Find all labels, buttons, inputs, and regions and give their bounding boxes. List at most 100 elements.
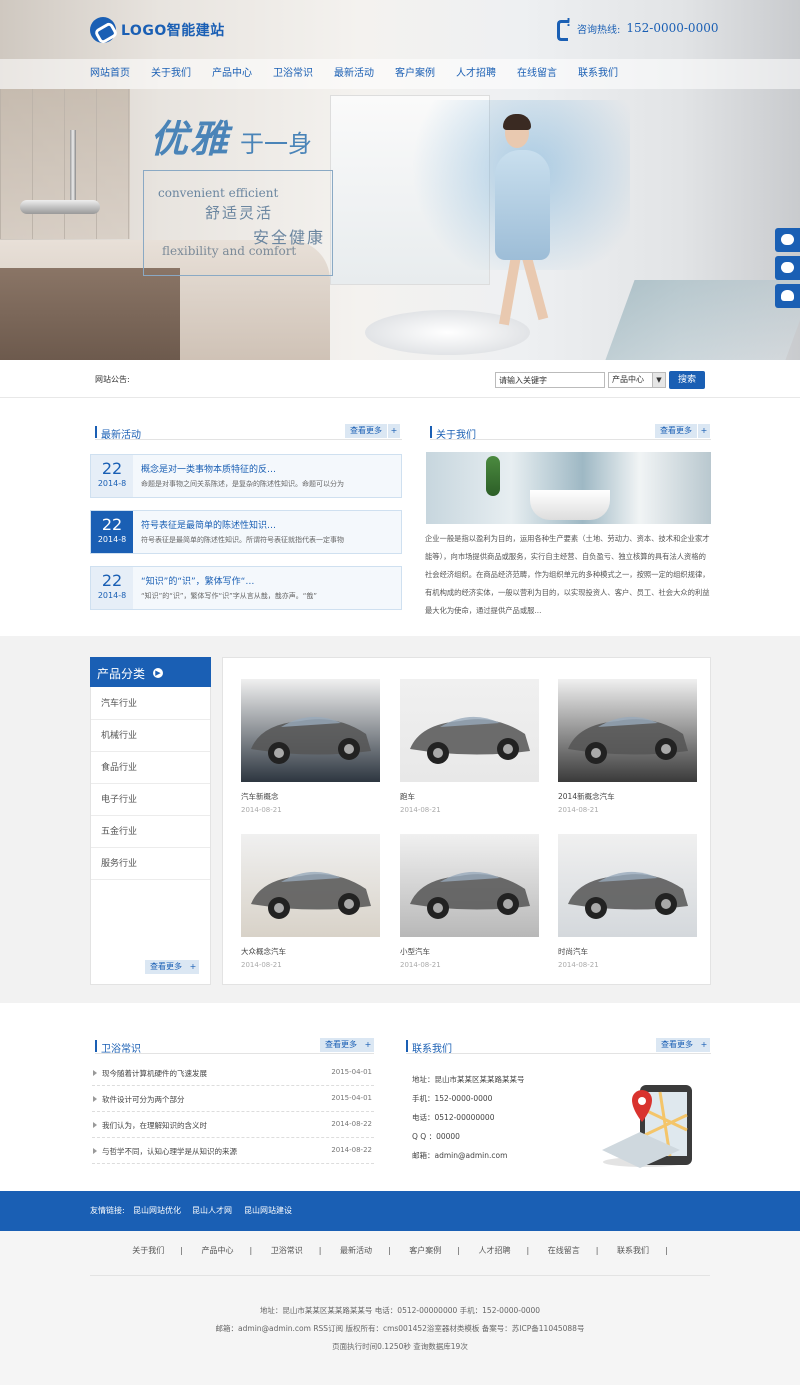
activity-item[interactable]: 22 2014-8 符号表征是最简单的陈述性知识… 符号表征是最简单的陈述性知识… (90, 510, 402, 554)
contact-more-button[interactable]: 查看更多 (656, 1038, 698, 1052)
product-card[interactable]: 大众概念汽车 2014-08-21 (241, 834, 380, 969)
footer-link-activities[interactable]: 最新活动 (340, 1246, 372, 1255)
news-title[interactable]: 我们认为，在理解知识的含义时 (102, 1120, 207, 1131)
product-image[interactable] (558, 679, 697, 782)
product-card[interactable]: 汽车新概念 2014-08-21 (241, 679, 380, 814)
footer-link-products[interactable]: 产品中心 (202, 1246, 234, 1255)
nav-item-activities[interactable]: 最新活动 (334, 59, 374, 89)
about-plus-button[interactable]: + (698, 424, 710, 438)
activity-day: 22 (101, 459, 123, 478)
divider: | (526, 1246, 530, 1255)
hotline-label: 咨询热线: (577, 24, 621, 36)
activity-title[interactable]: “知识”的“识”，繁体写作“… (141, 574, 254, 587)
news-title[interactable]: 现今随着计算机硬件的飞速发展 (102, 1068, 207, 1079)
product-name[interactable]: 大众概念汽车 (241, 946, 380, 957)
contact-qq: Q Q ：00000 (412, 1132, 460, 1141)
nav-item-jobs[interactable]: 人才招聘 (456, 59, 496, 89)
news-title[interactable]: 软件设计可分为两个部分 (102, 1094, 185, 1105)
list-item[interactable]: 我们认为，在理解知识的含义时 2014-08-22 (92, 1112, 374, 1138)
list-item[interactable]: 现今随着计算机硬件的飞速发展 2015-04-01 (92, 1060, 374, 1086)
news-date: 2014-08-22 (331, 1146, 372, 1154)
chat-icon[interactable] (775, 228, 800, 252)
list-item[interactable]: 与哲学不同，认知心理学是从知识的来源 2014-08-22 (92, 1138, 374, 1164)
nav-item-bath-knowledge[interactable]: 卫浴常识 (273, 59, 313, 89)
about-more-button[interactable]: 查看更多 (655, 424, 697, 438)
bullet-icon (93, 1096, 97, 1102)
category-more-button[interactable]: 查看更多 (145, 960, 187, 974)
bullet-icon (93, 1070, 97, 1076)
header-banner: 优雅 于一身 convenient efficient 舒适灵活 安全健康 fl… (0, 0, 800, 360)
product-image[interactable] (241, 834, 380, 937)
category-item-electronics[interactable]: 电子行业 (91, 784, 210, 816)
list-item[interactable]: 软件设计可分为两个部分 2015-04-01 (92, 1086, 374, 1112)
product-card[interactable]: 2014新概念汽车 2014-08-21 (558, 679, 697, 814)
divider: | (318, 1246, 322, 1255)
news-title[interactable]: 与哲学不同，认知心理学是从知识的来源 (102, 1146, 237, 1157)
category-item-auto[interactable]: 汽车行业 (91, 688, 210, 720)
friend-links-label: 友情链接: (90, 1206, 125, 1215)
footer-link-about[interactable]: 关于我们 (132, 1246, 164, 1255)
activity-day: 22 (101, 571, 123, 590)
product-card[interactable]: 时尚汽车 2014-08-21 (558, 834, 697, 969)
footer-link-contact[interactable]: 联系我们 (617, 1246, 649, 1255)
divider: | (457, 1246, 460, 1255)
product-name[interactable]: 2014新概念汽车 (558, 791, 697, 802)
product-image[interactable] (400, 834, 539, 937)
footer-link-cases[interactable]: 客户案例 (409, 1246, 441, 1255)
contact-title: 联系我们 (412, 1044, 452, 1055)
product-card[interactable]: 小型汽车 2014-08-21 (400, 834, 539, 969)
category-item-service[interactable]: 服务行业 (91, 848, 210, 880)
users-icon[interactable] (775, 256, 800, 280)
product-image[interactable] (241, 679, 380, 782)
product-name[interactable]: 跑车 (400, 791, 539, 802)
banner-cabinet (0, 268, 180, 360)
divider: | (180, 1246, 183, 1255)
footer-link-bath-knowledge[interactable]: 卫浴常识 (271, 1246, 303, 1255)
product-card[interactable]: 跑车 2014-08-21 (400, 679, 539, 814)
nav-item-contact[interactable]: 联系我们 (578, 59, 618, 89)
contact-plus-button[interactable]: + (698, 1038, 710, 1052)
product-name[interactable]: 小型汽车 (400, 946, 539, 957)
about-image-plant (486, 456, 500, 496)
footer-link-message[interactable]: 在线留言 (548, 1246, 580, 1255)
friend-link[interactable]: 昆山网站优化 (133, 1205, 181, 1216)
category-item-hardware[interactable]: 五金行业 (91, 816, 210, 848)
qq-icon[interactable] (775, 284, 800, 308)
product-name[interactable]: 时尚汽车 (558, 946, 697, 957)
knowledge-plus-button[interactable]: + (362, 1038, 374, 1052)
category-item-machinery[interactable]: 机械行业 (91, 720, 210, 752)
activities-plus-button[interactable]: + (388, 424, 400, 438)
category-plus-button[interactable]: + (187, 960, 199, 974)
chevron-down-icon[interactable]: ▼ (652, 373, 665, 387)
about-title: 关于我们 (436, 430, 476, 441)
site-logo[interactable]: LOGO智能建站 (90, 16, 225, 44)
nav-item-products[interactable]: 产品中心 (212, 59, 252, 89)
nav-item-message[interactable]: 在线留言 (517, 59, 557, 89)
activities-more-button[interactable]: 查看更多 (345, 424, 387, 438)
product-image[interactable] (558, 834, 697, 937)
friend-link[interactable]: 昆山人才网 (192, 1205, 232, 1216)
product-name[interactable]: 汽车新概念 (241, 791, 380, 802)
nav-item-cases[interactable]: 客户案例 (395, 59, 435, 89)
activity-item[interactable]: 22 2014-8 概念是对一类事物本质特征的反… 命题是对事物之间关系陈述，是… (90, 454, 402, 498)
activity-item[interactable]: 22 2014-8 “知识”的“识”，繁体写作“… “知识”的“识”，繁体写作“… (90, 566, 402, 610)
banner-slogan-sub: 于一身 (240, 130, 312, 158)
banner-wall-tiles (0, 89, 130, 239)
contact-mobile: 手机：152-0000-0000 (412, 1094, 493, 1103)
friend-link[interactable]: 昆山网站建设 (244, 1205, 292, 1216)
product-image[interactable] (400, 679, 539, 782)
activity-title[interactable]: 符号表征是最简单的陈述性知识… (141, 518, 276, 531)
about-header: 关于我们 查看更多 + (430, 424, 711, 441)
nav-item-home[interactable]: 网站首页 (90, 59, 130, 89)
search-input[interactable] (495, 372, 605, 388)
footer-link-jobs[interactable]: 人才招聘 (479, 1246, 511, 1255)
contact-email: 邮箱：admin@admin.com (412, 1151, 508, 1160)
activity-month: 2014-8 (97, 591, 127, 600)
activity-title[interactable]: 概念是对一类事物本质特征的反… (141, 462, 276, 475)
nav-item-about[interactable]: 关于我们 (151, 59, 191, 89)
banner-slogan-en2: flexibility and comfort (162, 244, 297, 258)
category-item-food[interactable]: 食品行业 (91, 752, 210, 784)
logo-mark-icon (90, 17, 116, 43)
knowledge-more-button[interactable]: 查看更多 (320, 1038, 362, 1052)
search-button[interactable]: 搜索 (669, 371, 705, 389)
